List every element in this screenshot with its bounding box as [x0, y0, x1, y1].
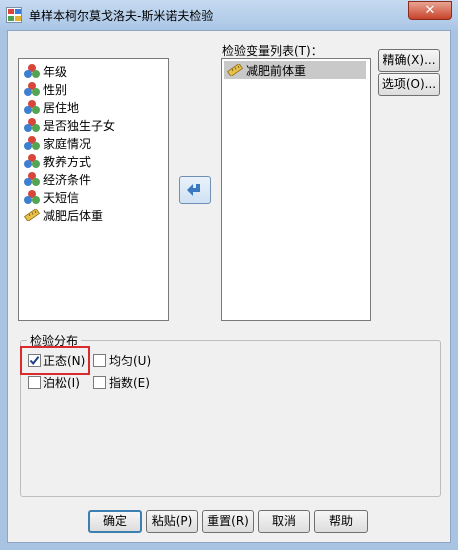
window-title: 单样本柯尔莫戈洛夫-斯米诺夫检验: [29, 9, 214, 23]
arrow-left-icon: [187, 184, 200, 196]
options-button[interactable]: 选项(O)...: [378, 73, 440, 96]
move-variable-button[interactable]: [179, 176, 211, 204]
variable-item[interactable]: 减肥后体重: [23, 206, 161, 224]
variable-item[interactable]: 性别: [23, 80, 161, 98]
variable-item[interactable]: 是否独生子女: [23, 116, 161, 134]
nominal-variable-icon: [24, 136, 40, 150]
paste-button[interactable]: 粘贴(P): [146, 510, 198, 533]
exact-button[interactable]: 精确(X)...: [378, 49, 440, 72]
variable-item[interactable]: 居住地: [23, 98, 161, 116]
variable-label: 家庭情况: [43, 137, 92, 151]
help-button[interactable]: 帮助: [314, 510, 368, 533]
checkmark-icon: [29, 356, 40, 366]
variable-item[interactable]: 天短信: [23, 188, 161, 206]
nominal-variable-icon: [24, 172, 40, 186]
cancel-button[interactable]: 取消: [258, 510, 310, 533]
close-icon: ✕: [424, 3, 436, 18]
variable-label: 性别: [43, 83, 68, 97]
source-variable-list[interactable]: 年级 性别 居住地 是否独生子女 家庭情况 教养方式 经济条件 天短信 减肥后体…: [18, 58, 169, 321]
variable-item[interactable]: 家庭情况: [23, 134, 161, 152]
reset-button[interactable]: 重置(R): [202, 510, 254, 533]
variable-label: 教养方式: [43, 155, 92, 169]
selected-variable-item[interactable]: 减肥前体重: [224, 61, 366, 79]
normal-checkbox[interactable]: [28, 354, 41, 367]
variable-label: 年级: [43, 65, 68, 79]
ok-button[interactable]: 确定: [88, 510, 142, 533]
variable-item[interactable]: 经济条件: [23, 170, 161, 188]
variable-label: 减肥前体重: [246, 64, 307, 78]
close-button[interactable]: ✕: [408, 1, 452, 20]
title-bar: 单样本柯尔莫戈洛夫-斯米诺夫检验 ✕: [0, 0, 458, 30]
exponential-checkbox[interactable]: [93, 376, 106, 389]
variable-item[interactable]: 教养方式: [23, 152, 161, 170]
nominal-variable-icon: [24, 64, 40, 78]
poisson-checkbox[interactable]: [28, 376, 41, 389]
variable-label: 减肥后体重: [43, 209, 104, 223]
nominal-variable-icon: [24, 100, 40, 114]
variable-label: 是否独生子女: [43, 119, 116, 133]
poisson-label[interactable]: 泊松(I): [43, 374, 80, 391]
exponential-label[interactable]: 指数(E): [109, 374, 150, 391]
dialog-body: 年级 性别 居住地 是否独生子女 家庭情况 教养方式 经济条件 天短信 减肥后体…: [7, 30, 451, 543]
nominal-variable-icon: [24, 154, 40, 168]
nominal-variable-icon: [24, 82, 40, 96]
variable-label: 居住地: [43, 101, 80, 115]
scale-variable-icon: [227, 64, 243, 76]
nominal-variable-icon: [24, 190, 40, 204]
variable-label: 经济条件: [43, 173, 92, 187]
scale-variable-icon: [24, 209, 40, 221]
normal-label[interactable]: 正态(N): [43, 352, 85, 369]
uniform-checkbox[interactable]: [93, 354, 106, 367]
variable-item[interactable]: 年级: [23, 62, 161, 80]
test-variable-list[interactable]: 减肥前体重: [221, 58, 371, 321]
test-variable-list-label: 检验变量列表(T)：: [222, 44, 323, 58]
app-icon: [6, 7, 22, 23]
variable-label: 天短信: [43, 191, 80, 205]
uniform-label[interactable]: 均匀(U): [109, 352, 151, 369]
nominal-variable-icon: [24, 118, 40, 132]
